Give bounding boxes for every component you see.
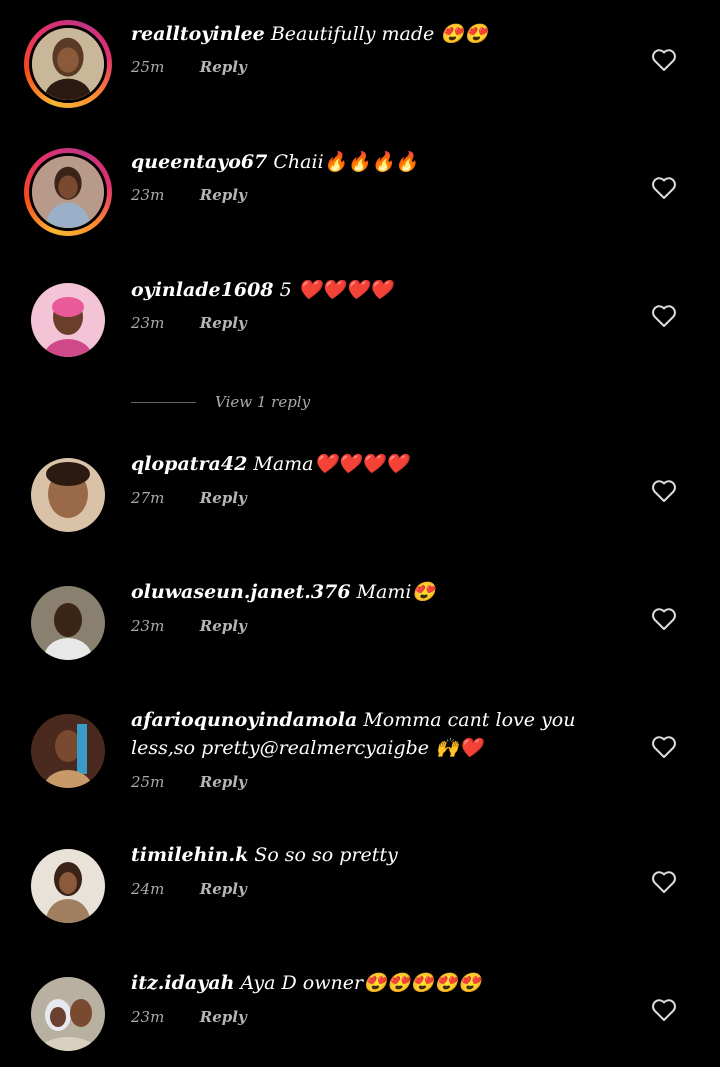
heart-outline-icon[interactable] [651, 48, 677, 72]
heart-outline-icon[interactable] [651, 176, 677, 200]
timestamp: 23m [131, 617, 165, 635]
reply-button[interactable]: Reply [200, 1008, 247, 1026]
avatar-container[interactable] [31, 714, 105, 788]
comment-meta: 27m Reply [131, 489, 247, 507]
avatar [31, 714, 105, 788]
heart-outline-icon[interactable] [651, 479, 677, 503]
avatar [31, 977, 105, 1051]
avatar-container[interactable] [31, 977, 105, 1051]
username[interactable]: afarioqunoyindamola [131, 709, 357, 731]
reply-button[interactable]: Reply [200, 58, 247, 76]
username[interactable]: queentayo67 [131, 151, 267, 173]
reply-button[interactable]: Reply [200, 617, 247, 635]
username[interactable]: realltoyinlee [131, 23, 265, 45]
reply-button[interactable]: Reply [200, 489, 247, 507]
reply-button[interactable]: Reply [200, 186, 247, 204]
timestamp: 23m [131, 314, 165, 332]
timestamp: 23m [131, 186, 165, 204]
avatar [29, 25, 107, 103]
comment-text: timilehin.k So so so pretty [131, 841, 581, 869]
comment-meta: 23m Reply [131, 186, 247, 204]
comment-text: itz.idayah Aya D owner😍😍😍😍😍 [131, 969, 581, 997]
comment-body: Mami😍 [356, 581, 436, 603]
comment-body: 5 ❤️❤️❤️❤️ [279, 279, 393, 301]
timestamp: 27m [131, 489, 165, 507]
timestamp: 25m [131, 773, 165, 791]
comment-meta: 25m Reply [131, 58, 247, 76]
heart-outline-icon[interactable] [651, 870, 677, 894]
avatar-container[interactable] [31, 283, 105, 357]
avatar-container[interactable] [31, 586, 105, 660]
comment-body: Mama❤️❤️❤️❤️ [253, 453, 409, 475]
username[interactable]: oluwaseun.janet.376 [131, 581, 351, 603]
comment-meta: 23m Reply [131, 1008, 247, 1026]
avatar-story-ring[interactable] [24, 148, 112, 236]
reply-button[interactable]: Reply [200, 880, 247, 898]
comment-text: oluwaseun.janet.376 Mami😍 [131, 578, 581, 606]
username[interactable]: itz.idayah [131, 972, 234, 994]
avatar-container[interactable] [31, 458, 105, 532]
avatar-story-ring[interactable] [24, 20, 112, 108]
reply-button[interactable]: Reply [200, 314, 247, 332]
comment-text: realltoyinlee Beautifully made 😍😍 [131, 20, 581, 48]
heart-outline-icon[interactable] [651, 735, 677, 759]
avatar [31, 849, 105, 923]
comment-body: Beautifully made 😍😍 [270, 23, 488, 45]
comment-body: Aya D owner😍😍😍😍😍 [240, 972, 482, 994]
username[interactable]: timilehin.k [131, 844, 248, 866]
heart-outline-icon[interactable] [651, 304, 677, 328]
comment-meta: 23m Reply [131, 314, 247, 332]
timestamp: 24m [131, 880, 165, 898]
view-replies-label: View 1 reply [215, 393, 311, 411]
comment-text: afarioqunoyindamola Momma cant love you … [131, 706, 581, 762]
avatar [31, 586, 105, 660]
heart-outline-icon[interactable] [651, 998, 677, 1022]
heart-outline-icon[interactable] [651, 607, 677, 631]
comment-text: oyinlade1608 5 ❤️❤️❤️❤️ [131, 276, 581, 304]
username[interactable]: oyinlade1608 [131, 279, 274, 301]
comment-body: Chaii🔥🔥🔥🔥 [273, 151, 419, 173]
comment-meta: 23m Reply [131, 617, 247, 635]
timestamp: 25m [131, 58, 165, 76]
avatar [29, 153, 107, 231]
replies-divider-line [131, 402, 196, 403]
comment-body: So so so pretty [254, 844, 398, 866]
avatar [31, 283, 105, 357]
comments-page: realltoyinlee Beautifully made 😍😍 25m Re… [0, 0, 720, 1067]
comment-text: queentayo67 Chaii🔥🔥🔥🔥 [131, 148, 581, 176]
avatar-container[interactable] [31, 849, 105, 923]
username[interactable]: qlopatra42 [131, 453, 247, 475]
comment-meta: 25m Reply [131, 773, 247, 791]
comment-meta: 24m Reply [131, 880, 247, 898]
avatar [31, 458, 105, 532]
timestamp: 23m [131, 1008, 165, 1026]
comment-text: qlopatra42 Mama❤️❤️❤️❤️ [131, 450, 581, 478]
reply-button[interactable]: Reply [200, 773, 247, 791]
